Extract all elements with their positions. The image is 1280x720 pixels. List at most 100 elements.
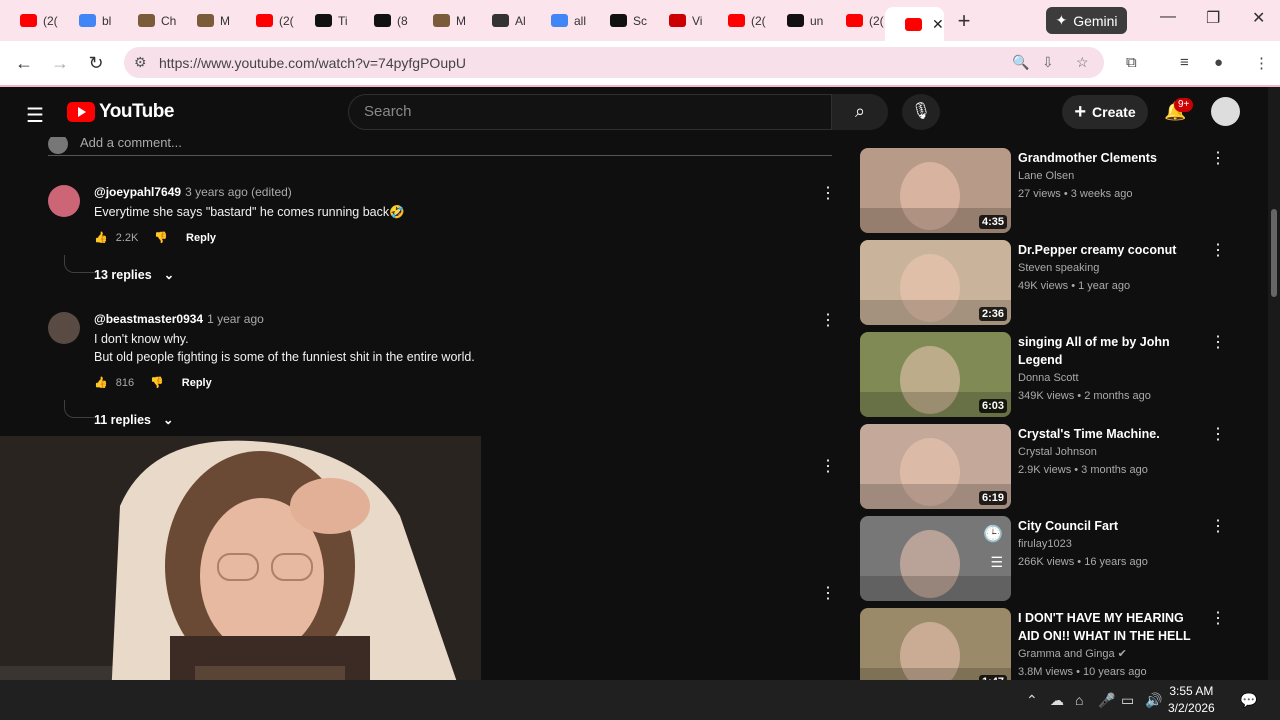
browser-tab[interactable]: (2( (0, 6, 59, 36)
minimize-icon[interactable]: — (1160, 8, 1176, 26)
reply-button[interactable]: Reply (182, 377, 212, 389)
menu-icon[interactable]: ☰ (26, 103, 44, 128)
thumbs-up-icon[interactable]: 👍 (94, 231, 108, 244)
comment-author[interactable]: @joeypahl7649 (94, 185, 181, 199)
browser-tab[interactable]: Sc (590, 6, 649, 36)
related-video[interactable]: 6:03 singing All of me by John Legend Donn… (860, 332, 1240, 420)
video-channel[interactable]: Gramma and Ginga ✔ (1018, 645, 1127, 663)
related-video[interactable]: 2:36 Dr.Pepper creamy coconut Steven speak… (860, 240, 1240, 328)
mic-icon[interactable]: 🎙 (902, 94, 940, 130)
browser-tab[interactable]: Al (472, 6, 531, 36)
video-channel[interactable]: firulay1023 (1018, 535, 1072, 553)
video-title[interactable]: singing All of me by John Legend (1018, 333, 1208, 369)
reply-button[interactable]: Reply (186, 232, 216, 244)
watch-later-icon[interactable]: 🕒 (983, 524, 1003, 544)
youtube-logo[interactable]: YouTube (67, 101, 174, 123)
avatar[interactable] (48, 185, 80, 217)
profile-icon[interactable]: ● (1214, 54, 1223, 71)
search-icon[interactable]: ⌕ (832, 94, 888, 130)
url-field[interactable]: ⚙ https://www.youtube.com/watch?v=74pyfg… (124, 47, 1104, 78)
video-thumbnail[interactable]: 6:03 (860, 332, 1011, 417)
more-vert-icon[interactable]: ⋮ (820, 310, 836, 330)
avatar[interactable] (48, 312, 80, 344)
video-channel[interactable]: Steven speaking (1018, 259, 1099, 277)
more-vert-icon[interactable]: ⋮ (1210, 332, 1226, 352)
browser-tab[interactable]: bl (59, 6, 118, 36)
camera-icon[interactable]: ⌂ (1075, 692, 1083, 708)
more-vert-icon[interactable]: ⋮ (820, 456, 836, 476)
back-arrow-icon[interactable]: ← (6, 53, 42, 74)
browser-tab[interactable]: (2( (708, 6, 767, 36)
video-channel[interactable]: Crystal Johnson (1018, 443, 1097, 461)
related-video[interactable]: 🕒 ☰ City Council Fart firulay1023 266K views… (860, 516, 1240, 604)
create-button[interactable]: + Create (1062, 95, 1148, 129)
browser-tab[interactable]: M (177, 6, 236, 36)
view-replies-button[interactable]: 13 replies ⌄ (94, 267, 174, 283)
mic-tray-icon[interactable]: 🎤 (1098, 692, 1115, 709)
add-comment-field[interactable]: Add a comment... (48, 137, 832, 156)
forward-arrow-icon[interactable]: → (42, 53, 78, 74)
video-title[interactable]: Crystal's Time Machine. (1018, 425, 1208, 443)
browser-tab-active[interactable]: ✕ (885, 7, 944, 41)
add-to-queue-icon[interactable]: ☰ (990, 554, 1003, 571)
more-vert-icon[interactable]: ⋮ (1210, 240, 1226, 260)
video-thumbnail[interactable]: 2:36 (860, 240, 1011, 325)
video-title[interactable]: I DON'T HAVE MY HEARING AID ON!! WHAT IN… (1018, 609, 1208, 645)
chevron-up-icon[interactable]: ⌃ (1026, 692, 1038, 709)
restore-icon[interactable]: ❐ (1206, 8, 1220, 28)
browser-tab[interactable]: (2( (826, 6, 885, 36)
gemini-button[interactable]: ✦ Gemini (1046, 7, 1127, 34)
clock[interactable]: 3:55 AM 3/2/2026 (1168, 683, 1215, 717)
media-control-icon[interactable]: ≡ (1180, 54, 1189, 71)
browser-tab[interactable]: Vi (649, 6, 708, 36)
more-vert-icon[interactable]: ⋮ (1210, 424, 1226, 444)
new-tab-icon[interactable]: + (944, 8, 984, 34)
volume-icon[interactable]: 🔊 (1145, 692, 1162, 709)
browser-tab[interactable]: (8 (354, 6, 413, 36)
bookmark-star-icon[interactable]: ☆ (1076, 54, 1089, 71)
thumbs-down-icon[interactable]: 👎 (150, 376, 164, 389)
zoom-icon[interactable]: 🔍 (1012, 54, 1029, 71)
scrollbar-thumb[interactable] (1271, 209, 1277, 297)
comment-header: @joeypahl7649 3 years ago (edited) (94, 185, 292, 199)
thumbs-down-icon[interactable]: 👎 (154, 231, 168, 244)
notification-center-icon[interactable]: 💬 (1240, 692, 1257, 709)
search-input[interactable]: Search (348, 94, 832, 130)
close-tab-icon[interactable]: ✕ (932, 16, 944, 33)
thumbs-up-icon[interactable]: 👍 (94, 376, 108, 389)
video-thumbnail[interactable]: 4:35 (860, 148, 1011, 233)
video-thumbnail[interactable]: 6:19 (860, 424, 1011, 509)
browser-tab[interactable]: un (767, 6, 826, 36)
browser-tab[interactable]: Ch (118, 6, 177, 36)
view-replies-button[interactable]: 11 replies ⌄ (94, 412, 173, 428)
more-vert-icon[interactable]: ⋮ (1210, 148, 1226, 168)
related-video[interactable]: 4:35 Grandmother Clements Lane Olsen 27 vie… (860, 148, 1240, 236)
browser-menu-icon[interactable]: ⋮ (1254, 54, 1269, 72)
video-title[interactable]: Grandmother Clements (1018, 149, 1208, 167)
video-thumbnail[interactable]: 🕒 ☰ (860, 516, 1011, 601)
gemini-icon: ✦ (1055, 12, 1068, 28)
avatar[interactable] (1211, 97, 1240, 126)
scrollbar[interactable] (1268, 87, 1280, 680)
more-vert-icon[interactable]: ⋮ (1210, 516, 1226, 536)
more-vert-icon[interactable]: ⋮ (820, 183, 836, 203)
video-channel[interactable]: Donna Scott (1018, 369, 1079, 387)
onedrive-icon[interactable]: ☁ (1050, 692, 1064, 709)
comment-author[interactable]: @beastmaster0934 (94, 312, 203, 326)
video-title[interactable]: City Council Fart (1018, 517, 1208, 535)
related-video[interactable]: 6:19 Crystal's Time Machine. Crystal Johns… (860, 424, 1240, 512)
video-title[interactable]: Dr.Pepper creamy coconut (1018, 241, 1208, 259)
browser-tab[interactable]: (2( (236, 6, 295, 36)
browser-tab[interactable]: Ti (295, 6, 354, 36)
reload-icon[interactable]: ↻ (78, 53, 114, 74)
more-vert-icon[interactable]: ⋮ (820, 583, 836, 603)
network-icon[interactable]: ▭ (1121, 692, 1134, 709)
browser-tab[interactable]: M (413, 6, 472, 36)
more-vert-icon[interactable]: ⋮ (1210, 608, 1226, 628)
video-channel[interactable]: Lane Olsen (1018, 167, 1074, 185)
install-icon[interactable]: ⇩ (1042, 54, 1054, 71)
browser-tab[interactable]: all (531, 6, 590, 36)
extensions-icon[interactable]: ⧉ (1126, 54, 1137, 71)
site-info-icon[interactable]: ⚙ (134, 54, 147, 71)
close-window-icon[interactable]: ✕ (1252, 8, 1265, 28)
